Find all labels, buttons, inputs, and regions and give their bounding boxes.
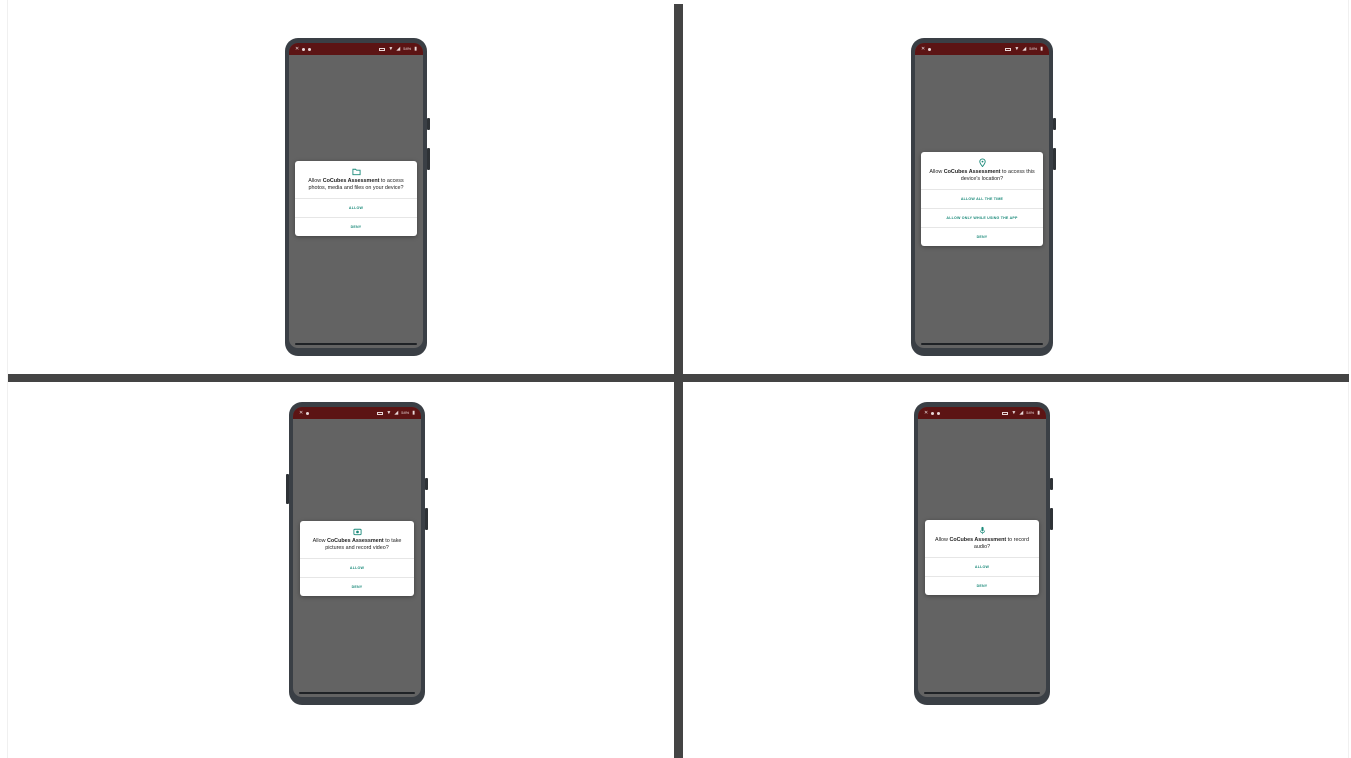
phone-screen: ✕ ▼ ◢ 54% ▮ Allow CoCubes Assessment to …	[915, 43, 1049, 348]
volte-icon	[377, 411, 384, 415]
battery-icon: ▮	[1037, 409, 1040, 416]
allow-button[interactable]: ALLOW	[925, 557, 1039, 576]
app-name: CoCubes Assessment	[949, 537, 1007, 543]
battery-percent: 54%	[1026, 410, 1035, 415]
phone-screen: ✕ ▼ ◢ 54% ▮ Allow CoCubes Assessment to …	[293, 407, 421, 697]
signal-icon: ◢	[394, 409, 399, 416]
status-bar: ✕ ▼ ◢ 54% ▮	[289, 43, 423, 55]
nav-bar	[295, 343, 417, 345]
status-bar: ✕ ▼ ◢ 54% ▮	[918, 407, 1046, 419]
allow-button[interactable]: ALLOW	[300, 558, 414, 577]
close-icon: ✕	[924, 409, 929, 416]
allow-button[interactable]: ALLOW	[295, 198, 417, 217]
camera-icon	[352, 527, 362, 536]
deny-button[interactable]: DENY	[925, 576, 1039, 595]
phone-screen: ✕ ▼ ◢ 54% ▮ Allow CoCubes Assessment to …	[918, 407, 1046, 697]
status-bar: ✕ ▼ ◢ 54% ▮	[915, 43, 1049, 55]
horizontal-divider	[8, 374, 1349, 382]
signal-icon: ◢	[1022, 45, 1027, 52]
deny-button[interactable]: DENY	[921, 227, 1043, 246]
whatsapp-icon	[928, 47, 932, 51]
dialog-message: Allow CoCubes Assessment to access this …	[929, 169, 1035, 182]
nav-bar	[921, 343, 1043, 345]
app-name: CoCubes Assessment	[322, 178, 380, 184]
close-icon: ✕	[295, 45, 300, 52]
whatsapp-icon	[302, 47, 306, 51]
volume-button[interactable]	[427, 148, 430, 170]
app-name: CoCubes Assessment	[943, 169, 1001, 175]
wifi-icon: ▼	[1011, 409, 1017, 416]
status-bar: ✕ ▼ ◢ 54% ▮	[293, 407, 421, 419]
bixby-button[interactable]	[286, 474, 289, 504]
microphone-icon	[978, 526, 987, 535]
volume-button[interactable]	[1053, 148, 1056, 170]
phone-storage: ✕ ▼ ◢ 54% ▮ Allow CoCubes Assessment to …	[285, 38, 430, 356]
wifi-icon: ▼	[1014, 45, 1020, 52]
permission-dialog-location: Allow CoCubes Assessment to access this …	[921, 152, 1043, 246]
notification-icon	[308, 47, 312, 51]
signal-icon: ◢	[396, 45, 401, 52]
battery-icon: ▮	[1040, 45, 1043, 52]
permission-dialog-storage: Allow CoCubes Assessment to access photo…	[295, 161, 417, 236]
volume-button[interactable]	[425, 508, 428, 530]
deny-button[interactable]: DENY	[300, 577, 414, 596]
permission-dialog-camera: Allow CoCubes Assessment to take picture…	[300, 521, 414, 596]
battery-percent: 54%	[1029, 46, 1038, 51]
wifi-icon: ▼	[388, 45, 394, 52]
app-name: CoCubes Assessment	[326, 538, 384, 544]
nav-bar	[299, 692, 415, 694]
whatsapp-icon	[306, 411, 310, 415]
volte-icon	[379, 47, 386, 51]
location-pin-icon	[978, 158, 987, 167]
power-button[interactable]	[1050, 478, 1053, 490]
deny-button[interactable]: DENY	[295, 217, 417, 236]
battery-icon: ▮	[412, 409, 415, 416]
dialog-message: Allow CoCubes Assessment to record audio…	[935, 537, 1029, 550]
phone-microphone: ✕ ▼ ◢ 54% ▮ Allow CoCubes Assessment to …	[914, 402, 1053, 705]
folder-icon	[351, 167, 361, 176]
power-button[interactable]	[1053, 118, 1056, 130]
whatsapp-icon	[931, 411, 935, 415]
signal-icon: ◢	[1019, 409, 1024, 416]
dialog-message: Allow CoCubes Assessment to take picture…	[312, 538, 402, 551]
permission-dialog-microphone: Allow CoCubes Assessment to record audio…	[925, 520, 1039, 595]
battery-percent: 54%	[401, 410, 410, 415]
volume-button[interactable]	[1050, 508, 1053, 530]
power-button[interactable]	[425, 478, 428, 490]
close-icon: ✕	[299, 409, 304, 416]
allow-while-using-button[interactable]: ALLOW ONLY WHILE USING THE APP	[921, 208, 1043, 227]
phone-camera: ✕ ▼ ◢ 54% ▮ Allow CoCubes Assessment to …	[286, 402, 428, 705]
power-button[interactable]	[427, 118, 430, 130]
dialog-message: Allow CoCubes Assessment to access photo…	[308, 178, 404, 191]
phone-screen: ✕ ▼ ◢ 54% ▮ Allow CoCubes Assessment to …	[289, 43, 423, 348]
allow-all-the-time-button[interactable]: ALLOW ALL THE TIME	[921, 189, 1043, 208]
wifi-icon: ▼	[386, 409, 392, 416]
volte-icon	[1002, 411, 1009, 415]
nav-bar	[924, 692, 1040, 694]
battery-icon: ▮	[414, 45, 417, 52]
notification-icon	[937, 411, 941, 415]
volte-icon	[1005, 47, 1012, 51]
close-icon: ✕	[921, 45, 926, 52]
battery-percent: 54%	[403, 46, 412, 51]
phone-location: ✕ ▼ ◢ 54% ▮ Allow CoCubes Assessment to …	[911, 38, 1056, 356]
